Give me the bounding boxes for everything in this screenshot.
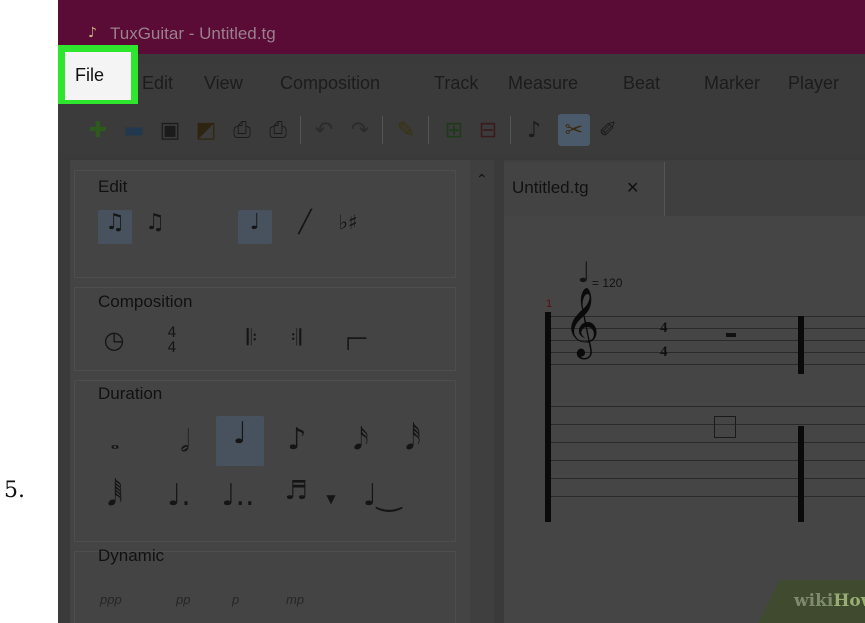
voice-2-icon[interactable]: ♫ [138,210,172,244]
tab-line [551,478,865,479]
tuplet-icon[interactable]: ♬ [276,476,316,522]
add-track-icon[interactable]: ⊞ [438,114,470,146]
tab-line [551,442,865,443]
section-dynamic-title: Dynamic [98,546,165,565]
window-title: TuxGuitar - Untitled.tg [110,24,276,43]
toolbar: ✚ ▬ ▣ ◩ ⎙ ⎙ ↶ ↷ ✎ ⊞ ⊟ ♪ ✂ ✐ [58,104,865,154]
tempo-note-icon: ♩ [577,256,591,289]
dynamic-ppp[interactable]: ppp [100,592,122,607]
alternative-ending-icon[interactable]: ┌─ [334,326,374,358]
print-preview-icon[interactable]: ⎙ [262,114,294,146]
menu-player[interactable]: Player [788,73,839,94]
document-tab-label: Untitled.tg [512,178,589,197]
watermark-how: How [833,591,865,611]
start-barline [545,312,551,522]
settings-icon[interactable]: ✂ [558,114,590,146]
time-signature-bottom: 4 [660,344,668,360]
step-number: 5. [4,478,25,503]
accidental-icon[interactable]: ♭♯ [328,210,368,244]
repeat-close-icon[interactable]: 𝄇 [282,326,310,358]
document-tab[interactable]: Untitled.tg ✕ [504,162,665,218]
save-as-icon[interactable]: ◩ [190,114,222,146]
score-sheet[interactable] [504,216,865,623]
dynamic-mp[interactable]: mp [286,592,304,607]
tab-line [551,496,865,497]
menu-track[interactable]: Track [434,73,478,94]
tab-line [551,460,865,461]
new-file-icon[interactable]: ✚ [82,114,114,146]
measure-number: 1 [546,298,553,310]
repeat-open-icon[interactable]: 𝄆 [238,326,266,358]
half-note-icon[interactable]: 𝅗𝅥 [168,424,202,464]
time-signature-top: 4 [660,320,668,336]
menu-beat[interactable]: Beat [623,73,660,94]
note-icon[interactable]: ♪ [518,114,550,146]
menu-edit[interactable]: Edit [142,73,173,94]
thirty-second-note-icon[interactable]: 𝅘𝅥𝅰 [396,422,430,462]
staff-line [551,364,865,365]
dynamic-pp[interactable]: pp [176,592,190,607]
sixteenth-note-icon[interactable]: 𝅘𝅥𝅯 [344,422,378,462]
tab-cursor[interactable] [714,416,736,438]
tab-barline [798,426,804,522]
tuplet-dropdown-icon[interactable]: ▼ [322,492,340,510]
remove-track-icon[interactable]: ⊟ [472,114,504,146]
title-bar: ♪ TuxGuitar - Untitled.tg [58,0,865,54]
open-file-icon[interactable]: ▬ [118,114,150,146]
whole-note-icon[interactable]: 𝅝 [98,430,132,464]
section-duration-title: Duration [98,384,163,403]
menu-measure[interactable]: Measure [508,73,578,94]
tool-icon[interactable]: ✐ [592,114,624,146]
tab-line [551,424,865,425]
section-composition-title: Composition [98,292,193,311]
whole-rest-icon [726,333,736,337]
dotted-note-icon[interactable]: ♩. [162,478,196,522]
edit-mode-icon[interactable]: ╱ [288,210,322,244]
eighth-note-icon[interactable]: ♪ [280,422,314,462]
undo-icon[interactable]: ↶ [308,114,340,146]
menu-marker[interactable]: Marker [704,73,760,94]
treble-clef-icon: 𝄞 [564,287,600,357]
panel-divider[interactable] [495,160,503,623]
tuxguitar-window: ♪ TuxGuitar - Untitled.tg Edit View Comp… [58,0,865,623]
tied-note-icon[interactable]: ♩‿ [362,478,402,522]
scroll-up-icon[interactable]: ⌃ [476,172,488,188]
watermark-wiki: wiki [794,591,834,611]
double-dotted-note-icon[interactable]: ♩.. [218,478,258,522]
menu-view[interactable]: View [204,73,243,94]
print-icon[interactable]: ⎙ [226,114,258,146]
dynamic-p[interactable]: p [232,592,239,607]
section-edit-title: Edit [98,177,128,196]
redo-icon[interactable]: ↷ [344,114,376,146]
file-menu-highlight: File [58,45,138,107]
quarter-note-icon[interactable]: ♩ [216,416,264,466]
tempo-icon[interactable]: ◷ [98,326,130,358]
tuxguitar-icon: ♪ [88,25,97,41]
sixty-fourth-note-icon[interactable]: 𝅘𝅥𝅱 [98,478,132,522]
voice-1-icon[interactable]: ♫ [98,210,132,244]
menu-composition[interactable]: Composition [280,73,380,94]
menu-file-label: File [75,65,105,85]
measure-barline [798,316,804,374]
edit-mode-icon[interactable]: ✎ [390,114,422,146]
save-icon[interactable]: ▣ [154,114,186,146]
wikihow-watermark: wikiHow [758,580,865,623]
time-signature-icon[interactable]: 44 [158,326,186,358]
select-mode-icon[interactable]: ♩ [238,210,272,244]
menu-file[interactable]: File [65,52,131,100]
menu-bar: Edit View Composition Track Measure Beat… [58,64,865,104]
panel-scrollbar[interactable] [470,160,494,623]
close-tab-icon[interactable]: ✕ [626,178,639,197]
tab-line [551,406,865,407]
